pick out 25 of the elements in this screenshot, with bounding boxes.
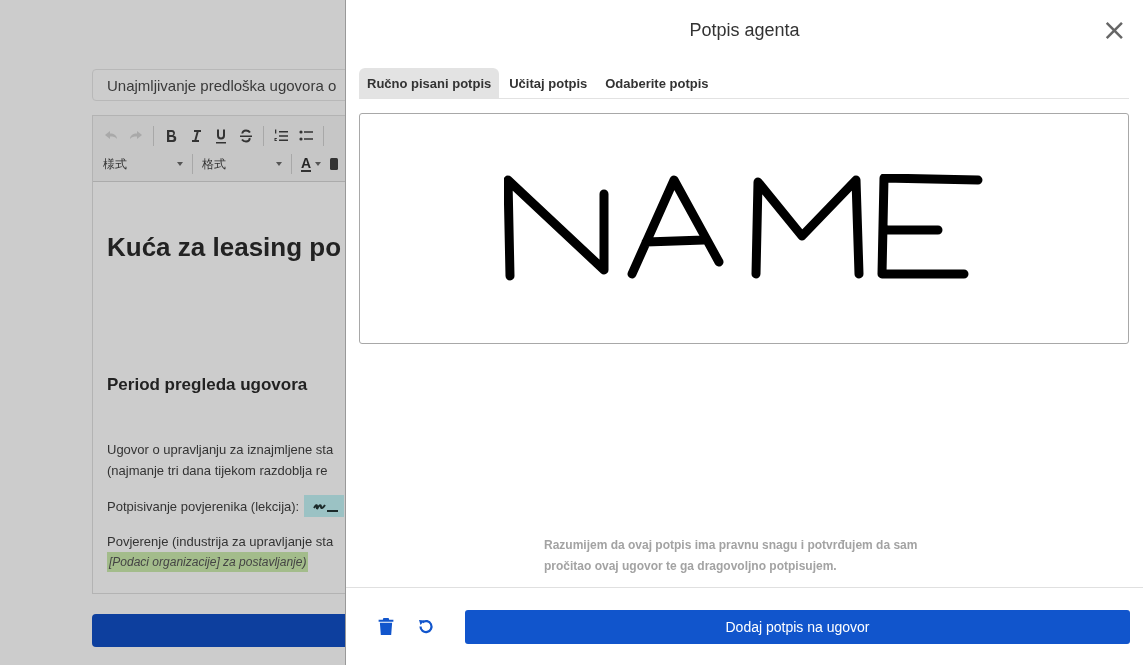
section-heading: Period pregleda ugovora (107, 375, 308, 395)
trash-icon[interactable] (377, 617, 395, 636)
tab[interactable]: Učitaj potpis (501, 68, 596, 98)
signature-field (304, 495, 345, 517)
dialog-title: Potpis agenta (689, 19, 800, 41)
signature-label: Potpisivanje povjerenika (lekcija): (107, 497, 300, 516)
style-dropdown[interactable]: 格式 (202, 155, 282, 173)
signature-pad[interactable] (359, 113, 1129, 344)
placeholder-tag: [Podaci organizacije] za postavljanje) (107, 552, 309, 572)
reset-icon[interactable] (417, 617, 435, 636)
tab[interactable]: Ručno pisani potpis (359, 68, 500, 98)
title-field[interactable]: Unajmljivanje predloška ugovora o (92, 69, 345, 101)
underline-icon[interactable] (213, 128, 229, 144)
strikethrough-icon[interactable] (238, 128, 254, 144)
consent-notice: Razumijem da ovaj potpis ima pravnu snagu i potvrđujem da sam pročitao ovaj ugovor te ga dragovoljno potpisujem. (544, 537, 919, 575)
document-heading: Kuća za leasing po (107, 232, 342, 263)
style-dropdown[interactable]: 様式 (103, 155, 183, 173)
close-button[interactable]: × (1097, 16, 1131, 44)
text-color-button[interactable]: A (301, 156, 322, 172)
paragraph-line: Povjerenje (industrija za upravljanje sta (107, 533, 334, 551)
paragraph-line: Ugovor o upravljanju za iznajmljene sta (107, 441, 334, 459)
add-signature-button[interactable]: Dodaj potpis na ugovor (465, 609, 1130, 644)
paragraph-line: (najmanje tri dana tijekom razdoblja re (107, 462, 328, 480)
tab[interactable]: Odaberite potpis (597, 68, 717, 98)
numbered-list-icon[interactable] (273, 128, 289, 144)
